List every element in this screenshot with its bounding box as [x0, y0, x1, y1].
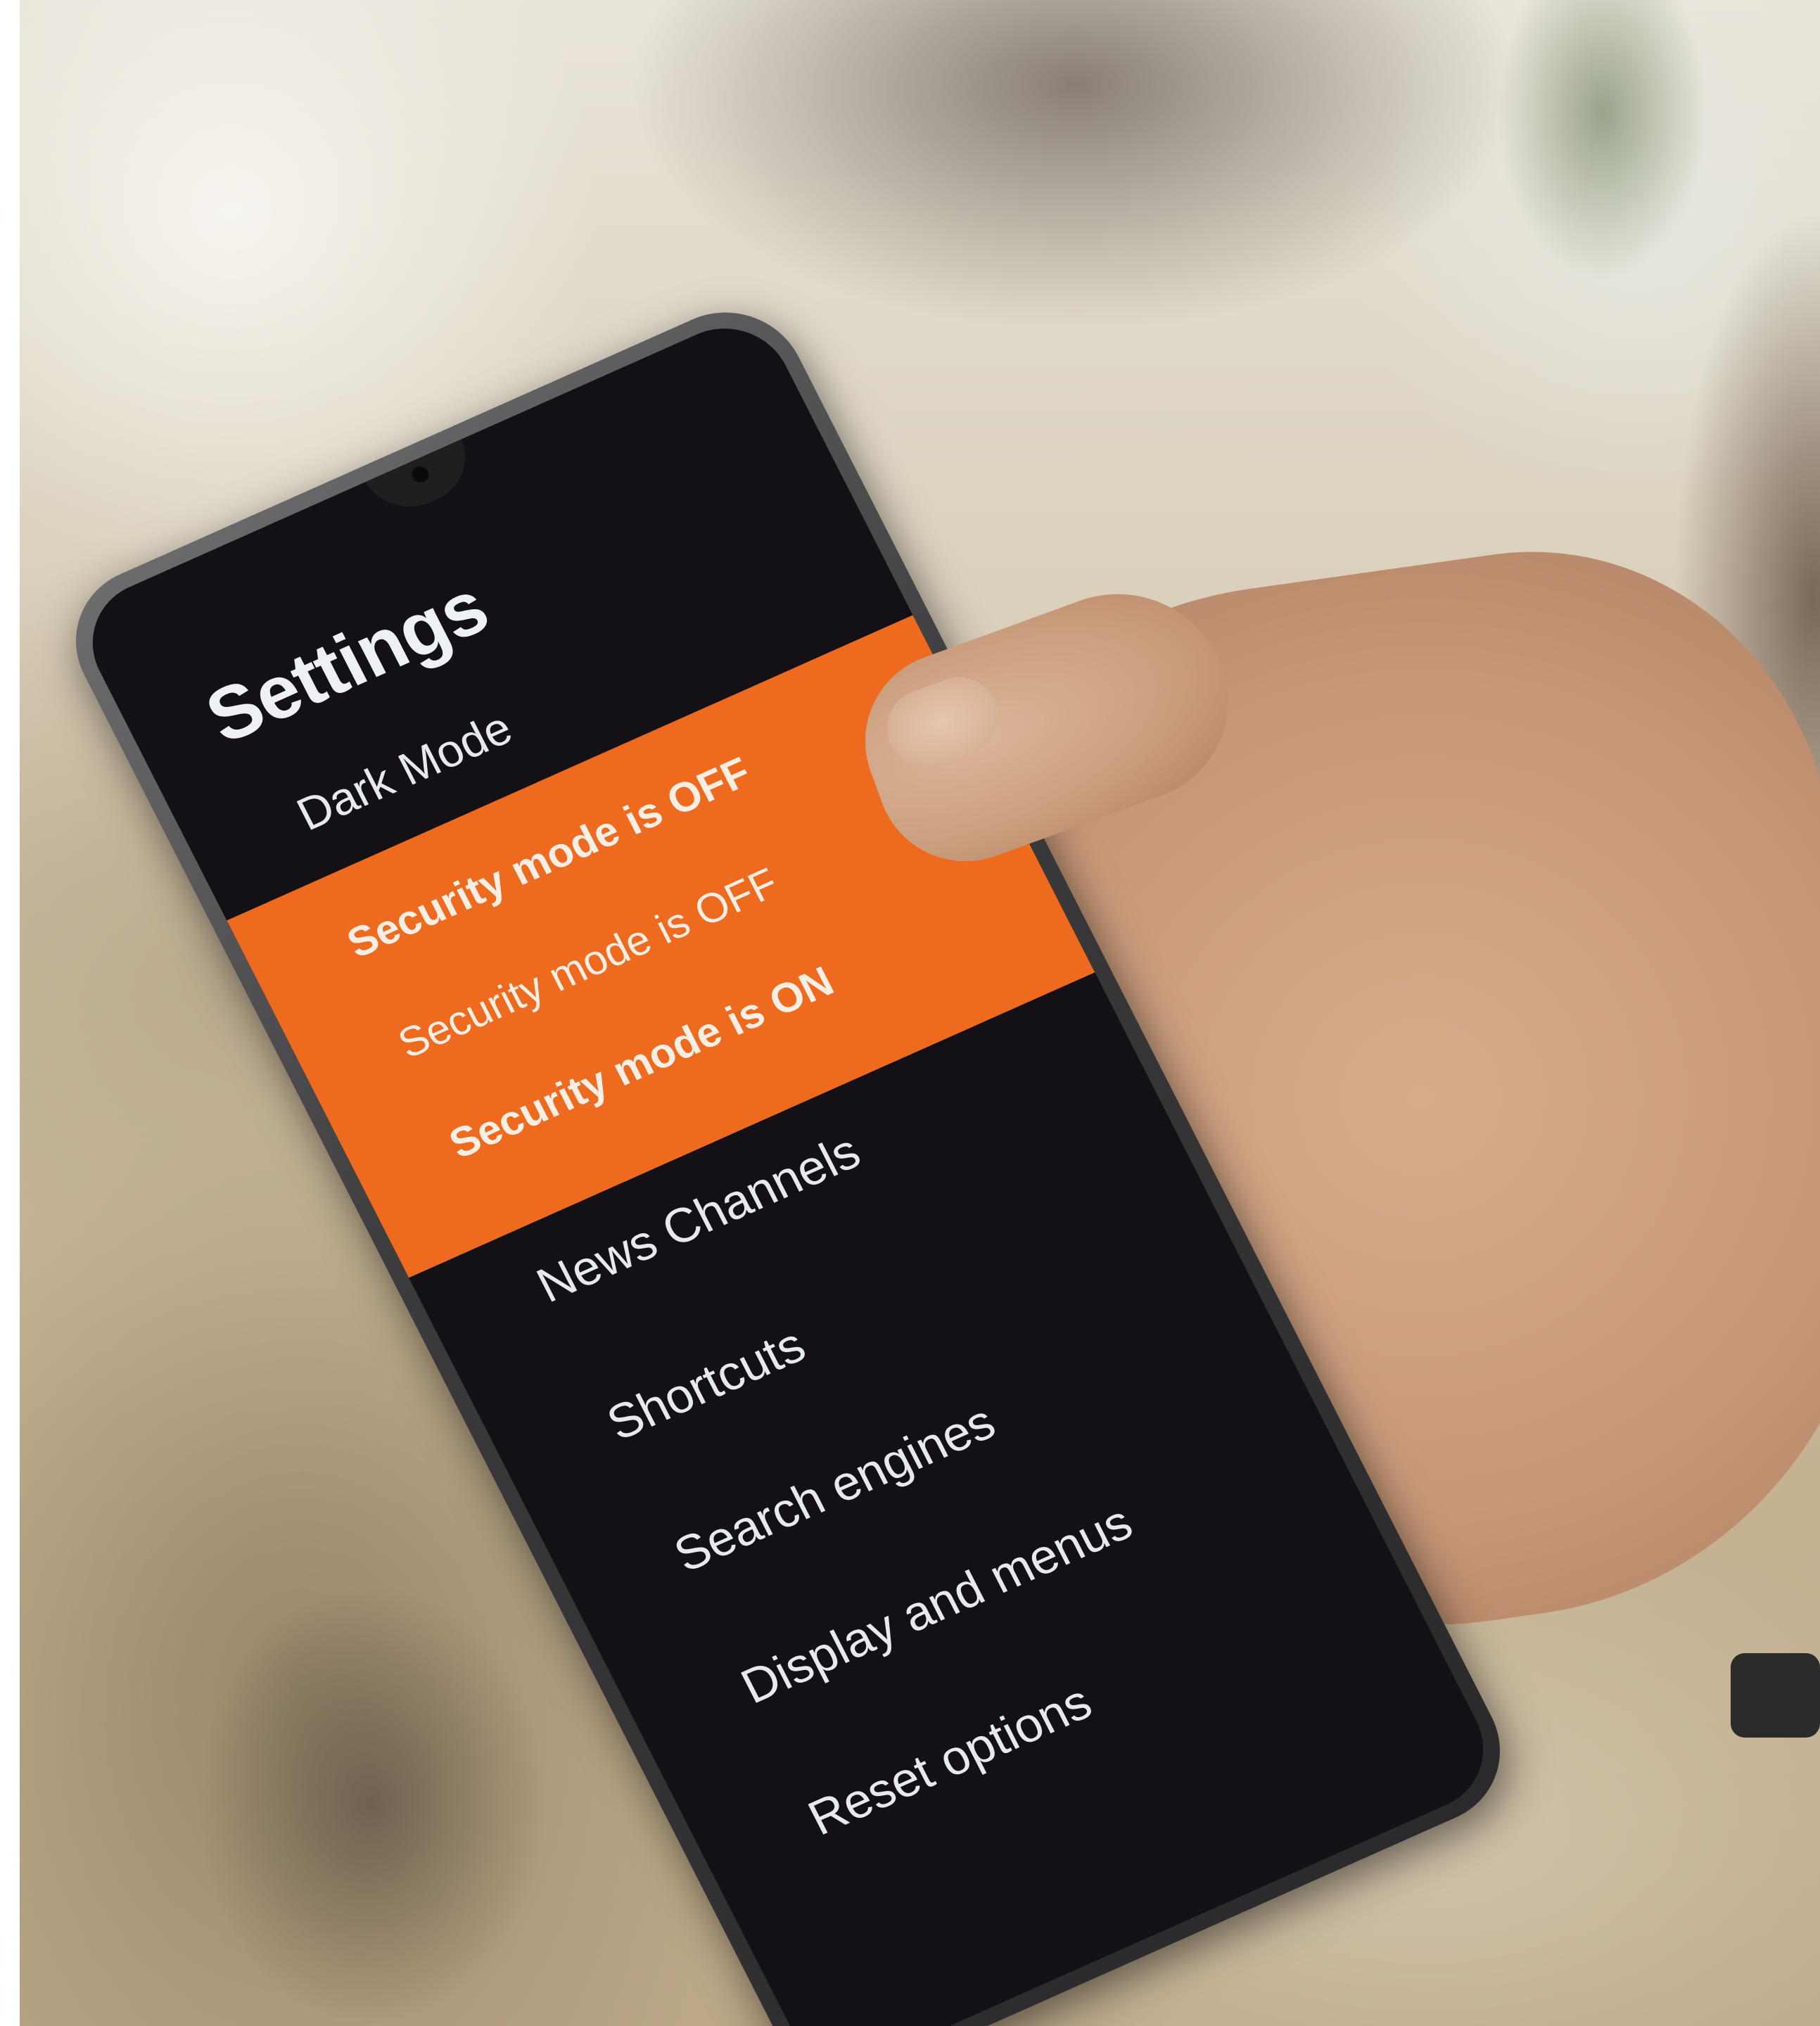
menu-item-reset-options[interactable]: Reset options [799, 1674, 1100, 1847]
menu-item-shortcuts[interactable]: Shortcuts [598, 1316, 814, 1451]
wrist-watch [1731, 1653, 1820, 1738]
left-border [0, 0, 20, 2026]
menu-item-search-engines[interactable]: Search engines [665, 1394, 1003, 1583]
thumbnail-nail [876, 666, 1009, 778]
front-camera-icon [407, 461, 434, 488]
background-sofa-shadow [196, 1583, 547, 2026]
